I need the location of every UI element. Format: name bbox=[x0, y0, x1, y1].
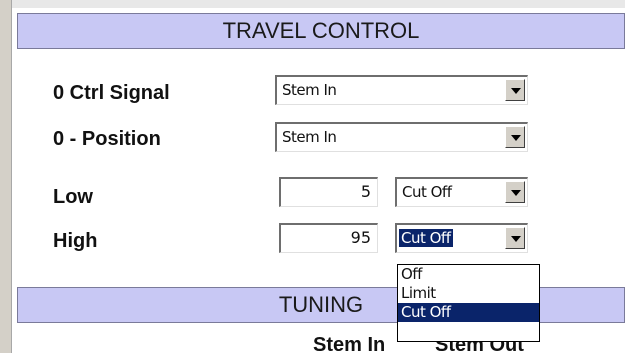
low-mode-select[interactable]: Cut Off bbox=[395, 177, 528, 207]
high-mode-value: Cut Off bbox=[399, 229, 453, 247]
high-mode-dropdown-list[interactable]: Off Limit Cut Off bbox=[397, 264, 540, 342]
ctrl-signal-label: 0 Ctrl Signal bbox=[53, 82, 170, 104]
position-label: 0 - Position bbox=[53, 128, 161, 150]
dropdown-option-cut-off[interactable]: Cut Off bbox=[398, 303, 539, 322]
position-select[interactable]: Stem In bbox=[275, 122, 528, 152]
chevron-down-icon[interactable] bbox=[505, 79, 525, 101]
position-value: Stem In bbox=[282, 128, 337, 146]
window-left-frame bbox=[0, 0, 12, 353]
high-number-input[interactable]: 95 bbox=[279, 223, 378, 253]
ctrl-signal-value: Stem In bbox=[282, 81, 337, 99]
section-header-travel-control: TRAVEL CONTROL bbox=[17, 13, 625, 49]
chevron-down-icon[interactable] bbox=[505, 126, 525, 148]
chevron-down-icon[interactable] bbox=[505, 181, 525, 203]
dropdown-option-limit[interactable]: Limit bbox=[398, 284, 539, 303]
window-top-frame bbox=[0, 0, 625, 8]
low-label: Low bbox=[53, 186, 93, 208]
chevron-down-icon[interactable] bbox=[505, 227, 525, 249]
high-label: High bbox=[53, 230, 98, 252]
dropdown-option-off[interactable]: Off bbox=[398, 265, 539, 284]
ctrl-signal-select[interactable]: Stem In bbox=[275, 75, 528, 105]
low-mode-value: Cut Off bbox=[402, 183, 452, 201]
tuning-column-stem-in: Stem In bbox=[313, 334, 386, 353]
high-mode-select[interactable]: Cut Off bbox=[395, 223, 528, 253]
low-number-input[interactable]: 5 bbox=[279, 177, 378, 207]
